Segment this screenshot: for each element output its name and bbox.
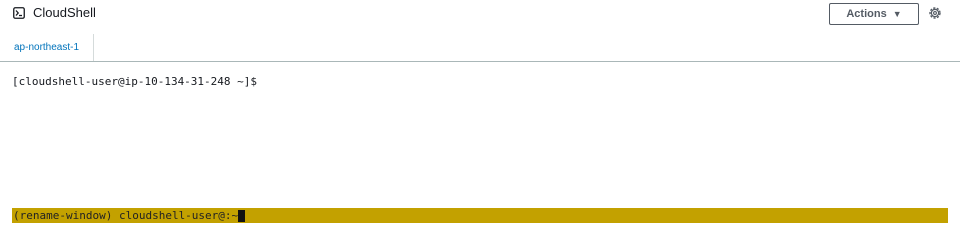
status-line-text: (rename-window) cloudshell-user@:~ [13, 209, 239, 222]
terminal-cursor [238, 209, 246, 222]
tab-label: ap-northeast-1 [14, 42, 80, 53]
tab-ap-northeast-1[interactable]: ap-northeast-1 [0, 34, 95, 61]
title-area: CloudShell [13, 5, 96, 20]
caret-down-icon: ▼ [892, 9, 902, 19]
terminal-prompt: [cloudshell-user@ip-10-134-31-248 ~]$ [12, 75, 258, 88]
terminal-area[interactable]: [cloudshell-user@ip-10-134-31-248 ~]$ (r… [0, 63, 960, 232]
actions-button-label: Actions [846, 8, 887, 20]
tmux-status-bar: (rename-window) cloudshell-user@:~ [12, 208, 948, 223]
actions-button[interactable]: Actions ▼ [829, 3, 919, 25]
header: CloudShell Actions ▼ [0, 0, 960, 28]
tab-bar: ap-northeast-1 [0, 34, 960, 62]
terminal-icon [13, 6, 25, 19]
gear-icon[interactable] [928, 6, 942, 20]
app-title: CloudShell [33, 5, 96, 20]
